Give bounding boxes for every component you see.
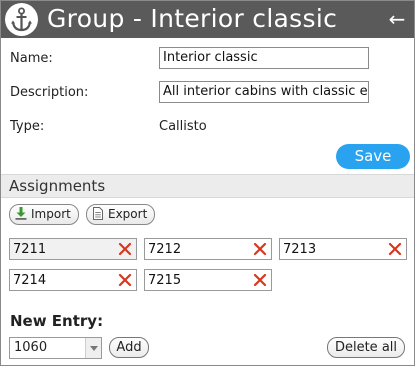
- type-label: Type:: [10, 119, 45, 134]
- description-label: Description:: [10, 85, 89, 100]
- remove-icon[interactable]: [117, 241, 133, 257]
- new-entry-label: New Entry:: [10, 312, 104, 330]
- assignment-chip: 7214: [9, 269, 137, 291]
- assignment-chip: 7215: [144, 269, 272, 291]
- arrow-left-icon: ←: [388, 7, 406, 31]
- assignment-value: 7212: [148, 242, 182, 257]
- entry-select[interactable]: 1060: [9, 337, 102, 359]
- export-button[interactable]: Export: [86, 204, 156, 225]
- save-button[interactable]: Save: [336, 144, 410, 169]
- description-field[interactable]: All interior cabins with classic e: [159, 81, 369, 103]
- type-value: Callisto: [159, 119, 207, 134]
- entry-select-value: 1060: [14, 340, 48, 355]
- name-label: Name:: [10, 51, 53, 66]
- assignment-value: 7215: [148, 273, 182, 288]
- remove-icon[interactable]: [117, 272, 133, 288]
- assignments-header: Assignments: [1, 174, 414, 198]
- assignment-chip: 7212: [144, 238, 272, 260]
- group-window: Group - Interior classic ← Name: Interio…: [0, 0, 415, 366]
- back-button[interactable]: ←: [386, 9, 408, 31]
- window-title: Group - Interior classic: [47, 4, 338, 33]
- import-icon: [15, 207, 27, 220]
- assignment-value: 7211: [13, 242, 47, 257]
- export-label: Export: [108, 207, 148, 221]
- assignment-chip: 7213: [279, 238, 407, 260]
- title-bar: Group - Interior classic ←: [1, 1, 414, 38]
- add-button[interactable]: Add: [109, 337, 149, 358]
- assignment-value: 7213: [283, 242, 317, 257]
- assignment-value: 7214: [13, 273, 47, 288]
- document-icon: [92, 207, 104, 220]
- anchor-icon: [5, 3, 38, 36]
- remove-icon[interactable]: [252, 272, 268, 288]
- name-field[interactable]: Interior classic: [159, 47, 369, 69]
- import-button[interactable]: Import: [9, 204, 79, 225]
- remove-icon[interactable]: [387, 241, 403, 257]
- assignments-title: Assignments: [9, 177, 106, 195]
- remove-icon[interactable]: [252, 241, 268, 257]
- chevron-down-icon: [85, 338, 101, 358]
- import-label: Import: [31, 207, 71, 221]
- assignment-chip: 7211: [9, 238, 137, 260]
- delete-all-button[interactable]: Delete all: [327, 337, 405, 358]
